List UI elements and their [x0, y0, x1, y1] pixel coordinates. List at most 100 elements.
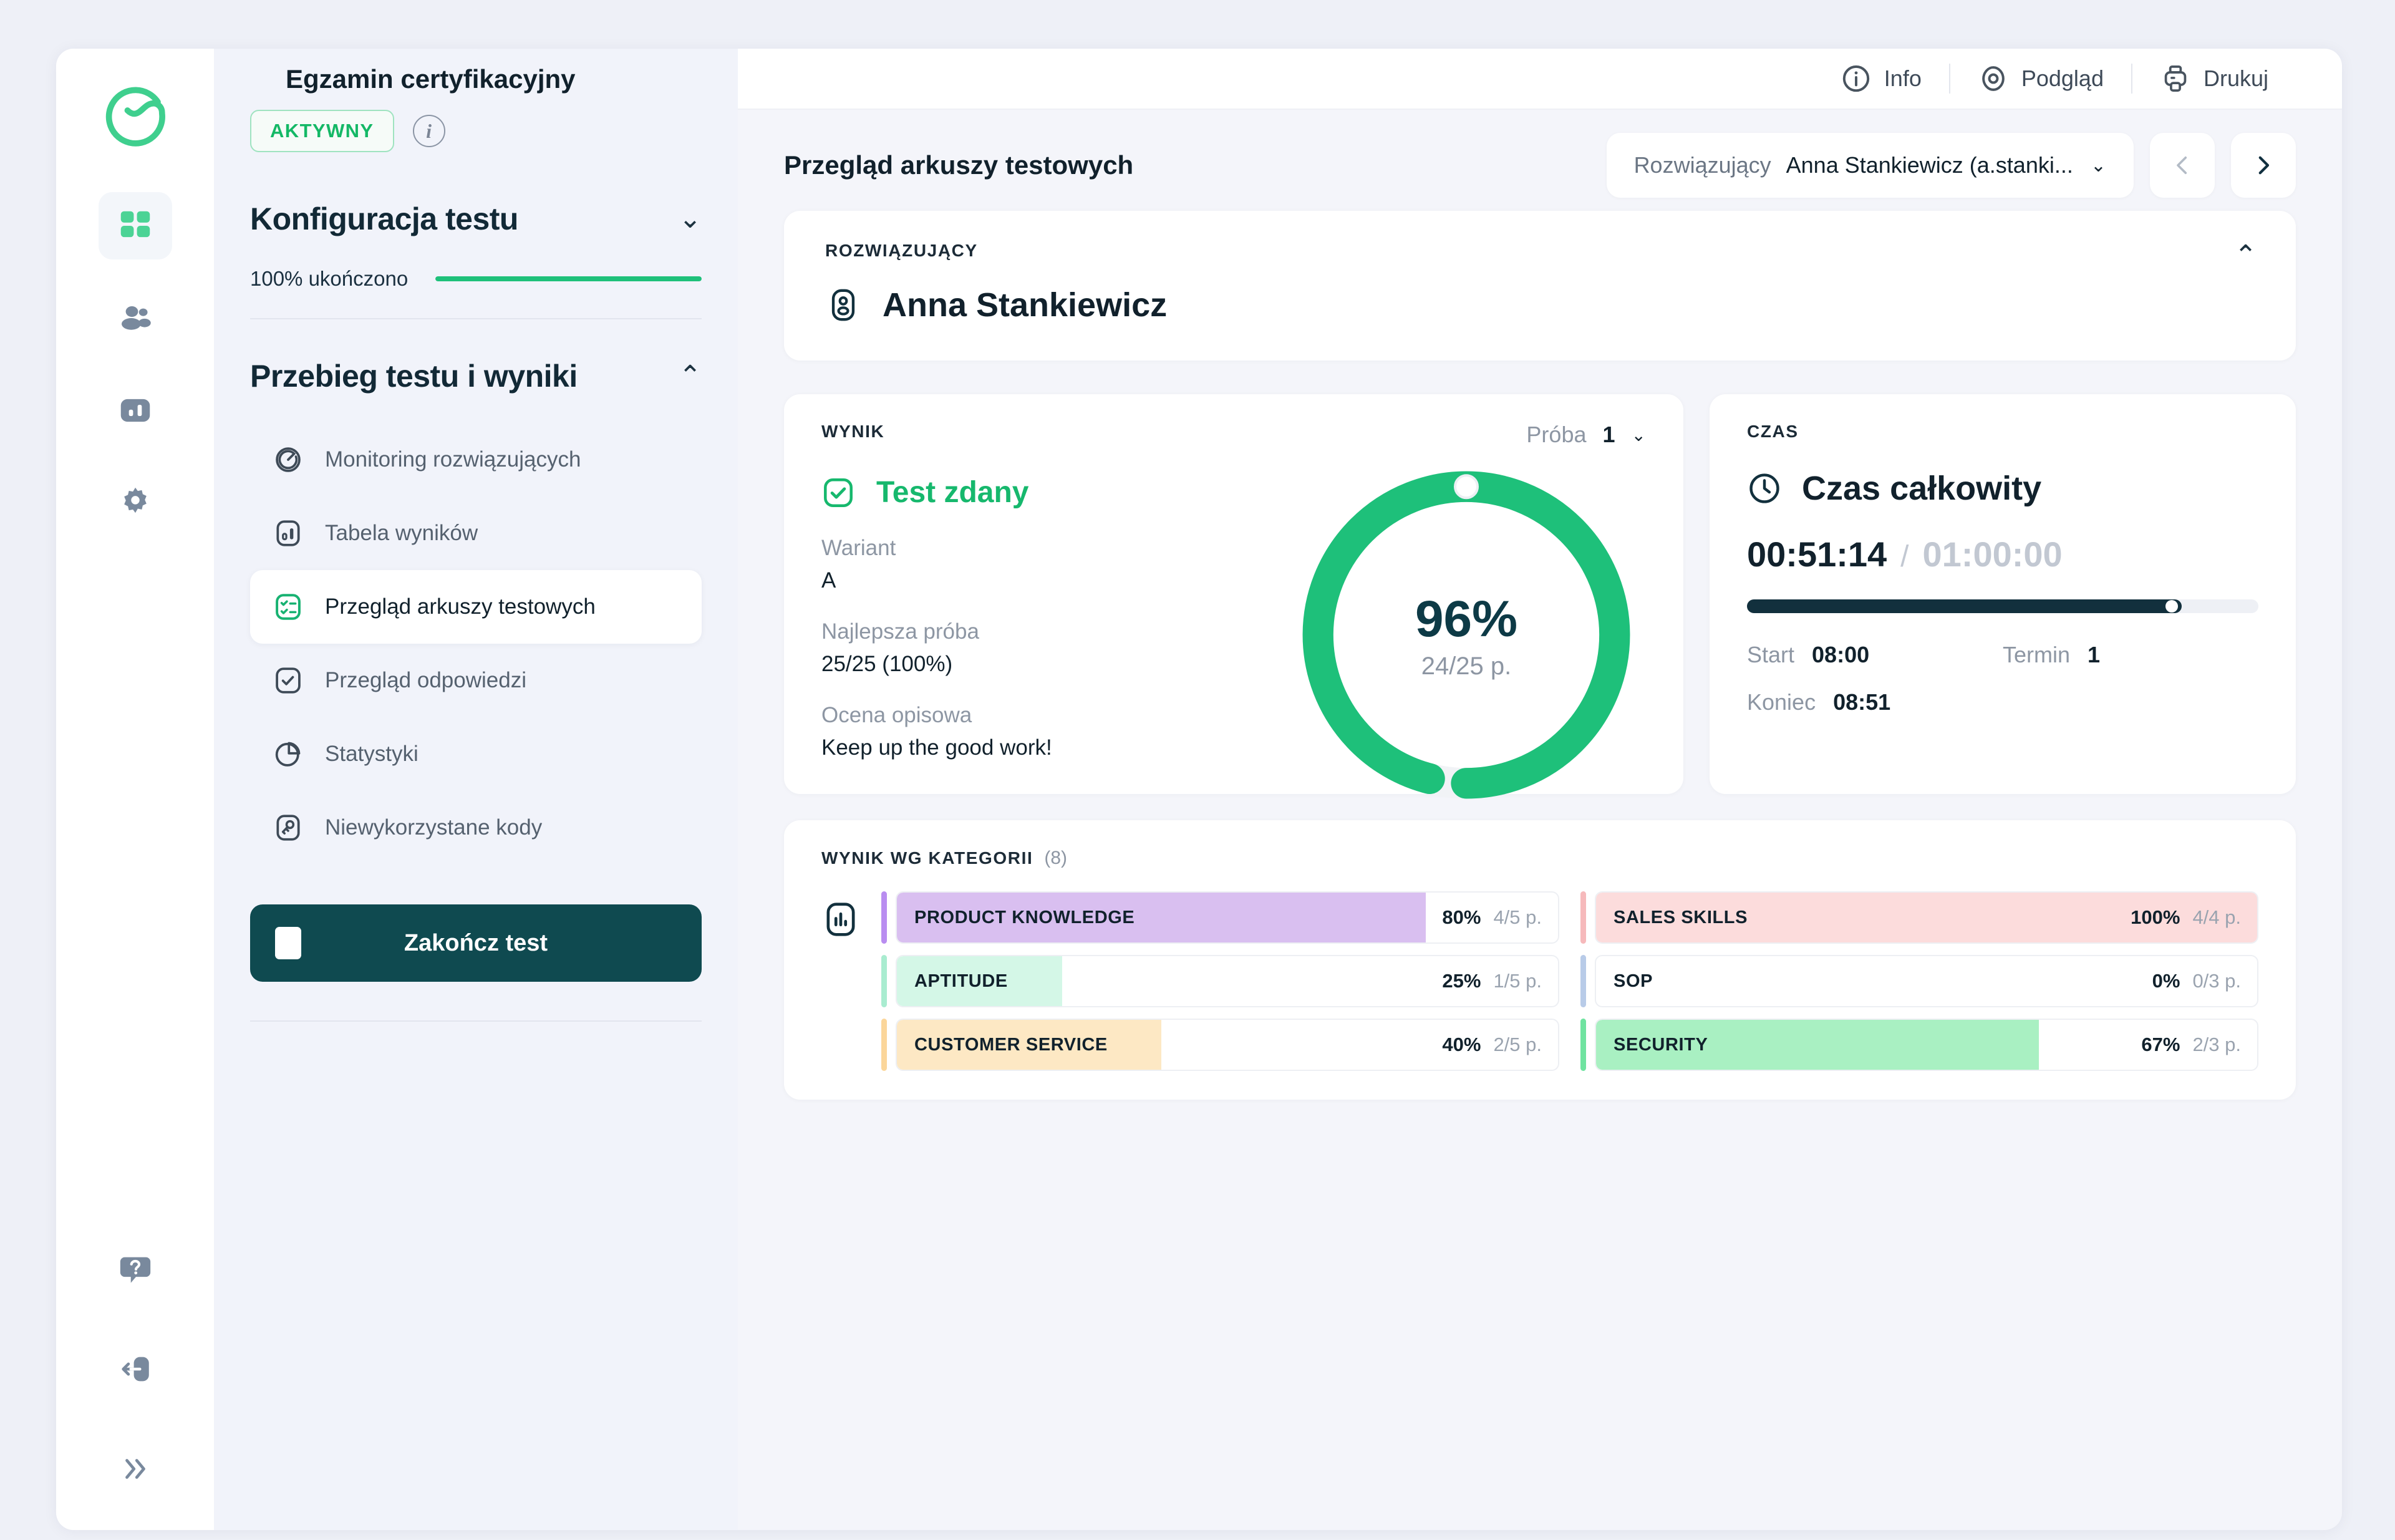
chevron-down-icon: ⌄	[1631, 425, 1646, 445]
sidebar-item-3[interactable]: Przegląd odpowiedzi	[250, 644, 702, 717]
attempt-label: Próba	[1526, 422, 1587, 447]
time-progress-track	[1747, 599, 2258, 613]
config-progress-label: 100% ukończono	[250, 267, 409, 290]
monitoring-icon	[276, 447, 301, 472]
score-donut-chart: 96% 24/25 p.	[1285, 454, 1647, 816]
category-percent: 25%	[1442, 970, 1481, 992]
time-current: 00:51:14	[1747, 535, 1887, 574]
config-section-header[interactable]: Konfiguracja testu ⌄	[250, 201, 702, 237]
donut-percent: 96%	[1415, 590, 1518, 647]
answers-check-icon	[276, 667, 301, 694]
sidebar-item-2[interactable]: Przegląd arkuszy testowych	[250, 570, 702, 644]
rail-item-expand[interactable]	[99, 1435, 172, 1503]
test-sheets-icon	[276, 594, 301, 620]
gear-icon	[123, 487, 147, 513]
window-title: Egzamin certyfikacyjny	[286, 64, 576, 94]
time-end-key: Koniec	[1747, 689, 1816, 715]
chevron-down-icon: ⌄	[679, 203, 702, 234]
category-percent: 0%	[2152, 970, 2180, 992]
result-card-label: WYNIK	[821, 422, 885, 441]
category-percent: 100%	[2131, 906, 2180, 928]
category-name: APTITUDE	[914, 971, 1008, 991]
category-values: 25% 1/5 p.	[1442, 970, 1558, 992]
solver-name-row: Anna Stankiewicz	[825, 286, 2255, 324]
config-progress-track	[435, 276, 702, 281]
category-name: SECURITY	[1614, 1034, 1708, 1055]
sidebar-item-4[interactable]: Statystyki	[250, 717, 702, 791]
time-start-key: Start	[1747, 642, 1795, 667]
category-points: 1/5 p.	[1493, 970, 1542, 992]
print-button[interactable]: Drukuj	[2132, 63, 2296, 94]
category-row: SECURITY 67% 2/3 p.	[1580, 1019, 2258, 1071]
status-badge: AKTYWNY	[250, 110, 394, 152]
solver-select-label: Rozwiązujący	[1633, 152, 1771, 178]
time-separator: /	[1900, 540, 1909, 573]
bar-chart-icon	[120, 399, 150, 422]
category-percent: 80%	[1442, 906, 1481, 928]
user-badge-icon	[831, 289, 855, 321]
donut-points: 24/25 p.	[1421, 652, 1512, 680]
chevron-right-icon	[2258, 156, 2270, 175]
pie-chart-icon	[275, 742, 301, 767]
end-test-button[interactable]: Zakończ test	[250, 904, 702, 982]
solver-select-value: Anna Stankiewicz (a.stanki...	[1786, 152, 2073, 178]
grid-dashboard-icon	[120, 211, 150, 238]
category-bar: CUSTOMER SERVICE 40% 2/5 p.	[896, 1019, 1559, 1071]
category-values: 100% 4/4 p.	[2131, 906, 2257, 929]
rail-item-logout[interactable]	[99, 1335, 172, 1403]
icon-rail	[56, 49, 214, 1530]
rail-item-help[interactable]	[99, 1236, 172, 1303]
rail-item-settings[interactable]	[99, 469, 172, 536]
end-test-label: Zakończ test	[404, 929, 548, 956]
check-square-icon	[824, 478, 853, 507]
category-values: 67% 2/3 p.	[2141, 1034, 2257, 1056]
time-start: Start 08:00	[1747, 642, 2003, 668]
rail-item-reports[interactable]	[99, 377, 172, 444]
category-color-tick	[1580, 1019, 1586, 1071]
middle-row: WYNIK Próba 1 ⌄ Test zdany Wariant A Naj…	[784, 394, 2296, 799]
category-color-tick	[881, 891, 887, 944]
time-term: Termin 1	[2003, 642, 2258, 668]
preview-button-label: Podgląd	[2021, 65, 2104, 91]
rail-item-dashboard[interactable]	[98, 192, 172, 259]
stop-square-icon	[275, 927, 301, 959]
result-card: WYNIK Próba 1 ⌄ Test zdany Wariant A Naj…	[784, 394, 1683, 799]
config-progress-fill	[435, 276, 702, 281]
attempt-select[interactable]: Próba 1 ⌄	[1526, 422, 1646, 448]
categories-count: (8)	[1044, 848, 1068, 868]
solver-select[interactable]: Rozwiązujący Anna Stankiewicz (a.stanki.…	[1606, 133, 2134, 198]
category-values: 80% 4/5 p.	[1442, 906, 1558, 929]
chevron-up-icon[interactable]: ⌃	[2234, 240, 2257, 271]
info-icon	[1842, 65, 1869, 92]
status-row: AKTYWNY i	[250, 110, 702, 152]
time-details: Start 08:00 Termin 1 Koniec 08:51	[1747, 642, 2258, 715]
prev-solver-button[interactable]	[2150, 133, 2215, 198]
category-row: APTITUDE 25% 1/5 p.	[881, 955, 1559, 1007]
category-percent: 40%	[1442, 1034, 1481, 1055]
category-points: 2/5 p.	[1493, 1034, 1542, 1055]
flow-section-header[interactable]: Przebieg testu i wyniki ⌃	[250, 358, 702, 394]
next-solver-button[interactable]	[2231, 133, 2296, 198]
attempt-value: 1	[1602, 422, 1615, 447]
category-color-tick	[881, 955, 887, 1007]
main-area: Egzamin certyfikacyjny Info Podgląd Druk…	[286, 49, 2342, 1530]
brand-check-logo	[98, 79, 173, 153]
time-card-label: CZAS	[1747, 422, 1799, 441]
category-row: CUSTOMER SERVICE 40% 2/5 p.	[881, 1019, 1559, 1071]
info-button[interactable]: Info	[1813, 63, 1949, 94]
sidebar-item-0[interactable]: Monitoring rozwiązujących	[250, 423, 702, 496]
sidebar-item-1[interactable]: Tabela wyników	[250, 496, 702, 570]
time-end: Koniec 08:51	[1747, 689, 2003, 715]
panel-bottom-rule	[250, 1020, 702, 1022]
panel-info-icon[interactable]: i	[412, 115, 445, 147]
chevron-left-icon	[2177, 156, 2187, 175]
sidebar-item-5[interactable]: Niewykorzystane kody	[250, 791, 702, 864]
config-progress: 100% ukończono	[250, 267, 702, 318]
preview-button[interactable]: Podgląd	[1950, 63, 2131, 94]
time-values: 00:51:14 / 01:00:00	[1747, 534, 2258, 574]
content-header: Przegląd arkuszy testowych Rozwiązujący …	[784, 120, 2296, 211]
rail-item-users[interactable]	[99, 284, 172, 352]
printer-icon	[2164, 65, 2187, 92]
sidebar-item-label: Monitoring rozwiązujących	[325, 447, 581, 472]
category-color-tick	[1580, 955, 1586, 1007]
